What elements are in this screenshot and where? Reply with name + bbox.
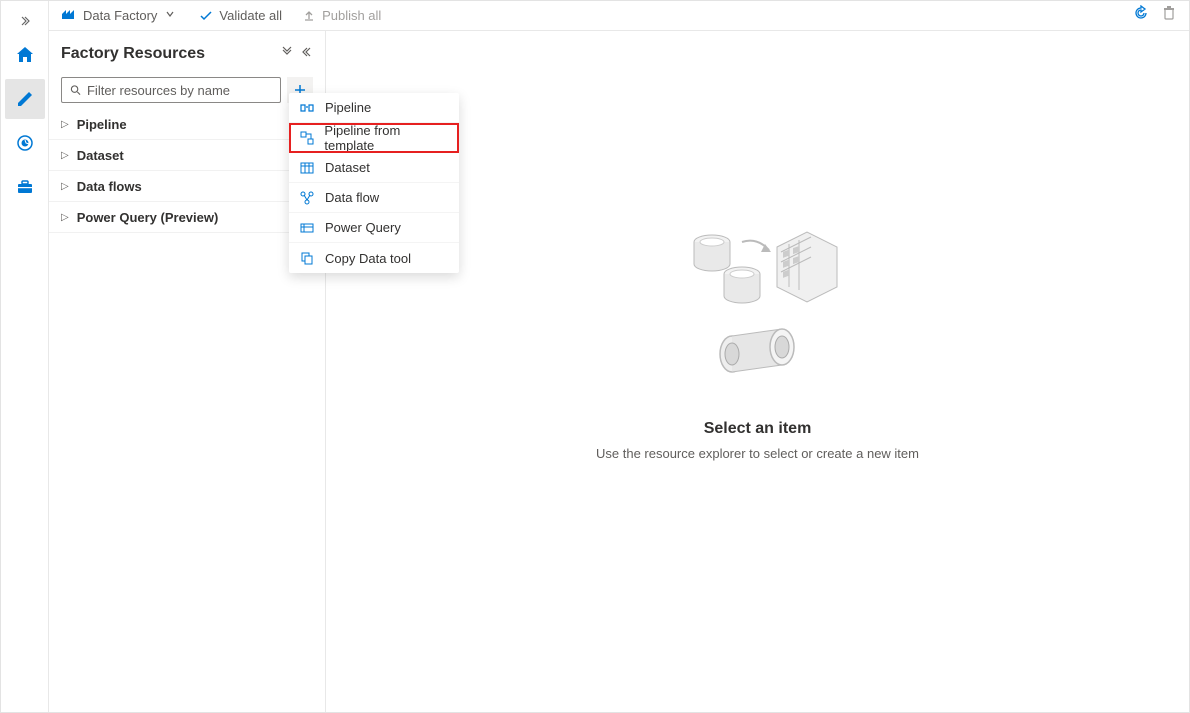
checkmark-icon [199, 9, 213, 23]
chevron-down-icon[interactable] [165, 9, 175, 22]
expand-all-icon[interactable] [281, 45, 293, 63]
empty-state: Select an item Use the resource explorer… [596, 222, 919, 461]
tree-item-pipeline[interactable]: ▷ Pipeline [49, 109, 325, 140]
dropdown-item-pipeline-template[interactable]: Pipeline from template [289, 123, 459, 153]
toolbox-icon [16, 178, 34, 196]
discard-button [1161, 5, 1177, 26]
dropdown-item-copydata[interactable]: Copy Data tool [289, 243, 459, 273]
app-label[interactable]: Data Factory [83, 8, 157, 23]
pipeline-icon [299, 100, 315, 116]
nav-home[interactable] [5, 35, 45, 75]
dropdown-item-dataflow[interactable]: Data flow [289, 183, 459, 213]
search-box[interactable] [61, 77, 281, 103]
dataflow-icon [299, 190, 315, 206]
search-icon [70, 84, 81, 96]
collapse-panel-icon[interactable] [301, 45, 313, 63]
nav-manage[interactable] [5, 167, 45, 207]
new-resource-dropdown: Pipeline Pipeline from template Dataset … [289, 93, 459, 273]
tree-item-dataflows[interactable]: ▷ Data flows [49, 171, 325, 202]
dataset-icon [299, 160, 315, 176]
refresh-button[interactable] [1133, 5, 1149, 26]
tree-item-dataset[interactable]: ▷ Dataset [49, 140, 325, 171]
upload-icon [302, 9, 316, 23]
panel-title: Factory Resources [61, 45, 205, 63]
top-toolbar: Data Factory Validate all Publish all [49, 1, 1189, 31]
empty-title: Select an item [704, 420, 812, 438]
caret-icon: ▷ [61, 119, 69, 130]
factory-icon [61, 6, 75, 25]
home-icon [15, 45, 35, 65]
caret-icon: ▷ [61, 150, 69, 161]
caret-icon: ▷ [61, 181, 69, 192]
dropdown-item-dataset[interactable]: Dataset [289, 153, 459, 183]
monitor-icon [16, 134, 34, 152]
filter-input[interactable] [87, 83, 272, 98]
left-navigation [1, 1, 49, 712]
tree-item-powerquery[interactable]: ▷ Power Query (Preview) [49, 202, 325, 233]
validate-all-button[interactable]: Validate all [193, 8, 288, 23]
dropdown-item-pipeline[interactable]: Pipeline [289, 93, 459, 123]
nav-author[interactable] [5, 79, 45, 119]
powerquery-icon [299, 220, 315, 236]
pencil-icon [16, 90, 34, 108]
empty-subtitle: Use the resource explorer to select or c… [596, 446, 919, 461]
expand-nav-icon[interactable] [1, 9, 48, 33]
empty-state-illustration [657, 222, 857, 402]
template-icon [299, 130, 314, 146]
dropdown-item-powerquery[interactable]: Power Query [289, 213, 459, 243]
publish-all-button: Publish all [296, 8, 387, 23]
nav-monitor[interactable] [5, 123, 45, 163]
copydata-icon [299, 250, 315, 266]
caret-icon: ▷ [61, 212, 69, 223]
resources-panel: Factory Resources ▷ Pipeline [49, 31, 326, 712]
